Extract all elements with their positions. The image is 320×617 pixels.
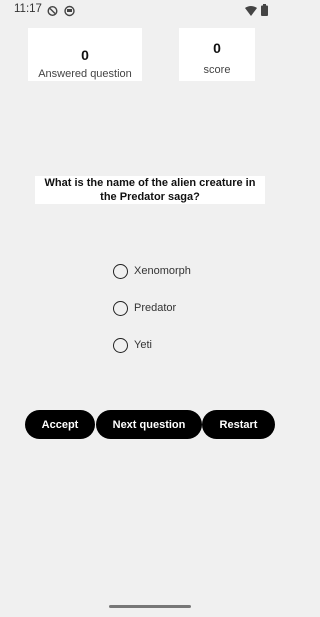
option-label: Predator — [134, 302, 177, 314]
radio-button[interactable] — [113, 263, 128, 279]
restart-button[interactable]: Restart — [202, 410, 275, 439]
score-card: 0 score — [179, 28, 255, 81]
answered-question-card: 0 Answered question — [28, 28, 142, 81]
score-value: 0 — [213, 40, 221, 56]
status-time: 11:17 — [14, 3, 42, 15]
option-yeti[interactable]: Yeti — [113, 336, 152, 354]
quiz-screen: 11:17 0 Answered question 0 score What i… — [0, 0, 300, 617]
face-icon — [64, 4, 75, 22]
battery-icon — [261, 3, 268, 21]
answered-count: 0 — [81, 47, 89, 63]
gesture-nav-handle[interactable] — [109, 605, 191, 608]
question-text: What is the name of the alien creature i… — [35, 176, 265, 204]
option-predator[interactable]: Predator — [113, 299, 176, 317]
score-label: score — [203, 64, 231, 76]
radio-button[interactable] — [113, 337, 128, 353]
radio-button[interactable] — [113, 300, 128, 316]
status-bar: 11:17 — [0, 0, 300, 20]
wifi-icon — [245, 4, 257, 22]
option-label: Xenomorph — [134, 265, 191, 277]
option-label: Yeti — [134, 339, 152, 351]
option-xenomorph[interactable]: Xenomorph — [113, 262, 191, 280]
next-question-button[interactable]: Next question — [96, 410, 202, 439]
shield-icon — [47, 4, 58, 22]
answered-label: Answered question — [38, 68, 132, 80]
accept-button[interactable]: Accept — [25, 410, 95, 439]
